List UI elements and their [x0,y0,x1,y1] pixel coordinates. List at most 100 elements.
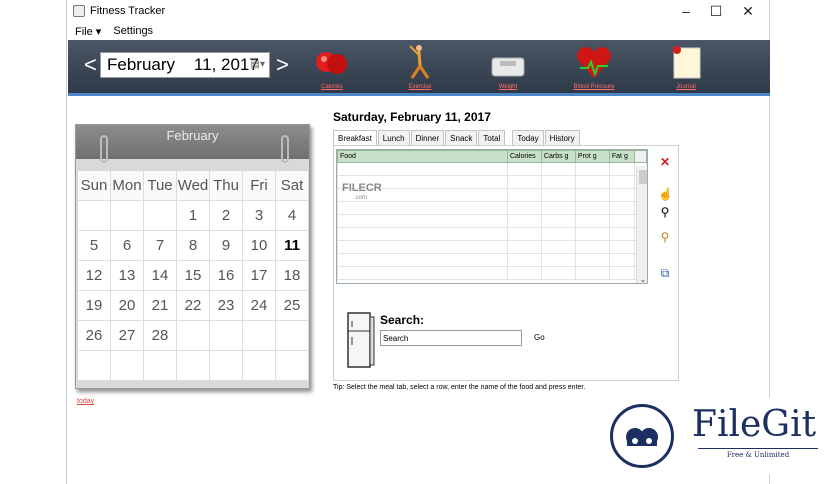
calendar-day[interactable]: 17 [243,261,276,291]
table-cell[interactable] [608,162,635,176]
table-cell[interactable] [337,227,508,241]
table-cell[interactable] [337,201,508,215]
table-row[interactable] [337,253,647,267]
table-row[interactable] [337,266,647,280]
column-header[interactable]: Calories [506,150,542,163]
table-cell[interactable] [506,175,542,189]
pin-icon[interactable]: ⚲ [658,205,672,219]
table-cell[interactable] [506,188,542,202]
calendar-day[interactable]: 11 [276,231,309,261]
menu-file[interactable]: File ▾ [75,25,101,38]
table-cell[interactable] [540,253,576,267]
calendar-day[interactable]: 28 [144,321,177,351]
table-cell[interactable] [540,162,576,176]
table-cell[interactable] [608,266,635,280]
table-cell[interactable] [608,175,635,189]
table-cell[interactable] [574,266,610,280]
calendar-day[interactable]: 10 [243,231,276,261]
table-row[interactable] [337,227,647,241]
calendar-day[interactable]: 25 [276,291,309,321]
tab-total[interactable]: Total [478,130,506,146]
table-cell[interactable] [540,266,576,280]
date-picker[interactable]: February 11, 2017 ▤▾ [100,52,270,78]
delete-icon[interactable]: ✕ [658,155,672,169]
table-cell[interactable] [540,188,576,202]
search-input[interactable] [380,330,522,346]
table-row[interactable] [337,175,647,189]
close-button[interactable]: ✕ [733,0,763,22]
table-cell[interactable] [574,240,610,254]
calendar-day[interactable]: 21 [144,291,177,321]
calendar-day[interactable]: 13 [111,261,144,291]
copy-icon[interactable]: ⧉ [658,266,672,281]
calendar-day[interactable]: 3 [243,201,276,231]
calendar-day[interactable]: 14 [144,261,177,291]
table-cell[interactable] [337,253,508,267]
calendar-day[interactable]: 6 [111,231,144,261]
calendar-day[interactable]: 16 [210,261,243,291]
tab-history[interactable]: History [544,130,580,146]
table-cell[interactable] [337,214,508,228]
table-row[interactable] [337,240,647,254]
maximize-button[interactable]: ☐ [701,0,731,22]
calendar-day[interactable]: 5 [78,231,111,261]
calendar-day[interactable]: 24 [243,291,276,321]
table-cell[interactable] [608,240,635,254]
calendar-day[interactable]: 4 [276,201,309,231]
calendar-day[interactable]: 7 [144,231,177,261]
column-header[interactable]: Carbs g [540,150,576,163]
table-row[interactable] [337,162,647,176]
magnifier-icon[interactable]: ⚲ [658,230,672,244]
weight-button[interactable]: Weight [478,42,538,92]
table-cell[interactable] [574,201,610,215]
table-cell[interactable] [506,162,542,176]
table-cell[interactable] [540,240,576,254]
table-cell[interactable] [506,266,542,280]
table-cell[interactable] [608,188,635,202]
calendar-dropdown-icon[interactable]: ▤▾ [251,59,265,70]
table-cell[interactable] [540,175,576,189]
table-cell[interactable] [540,227,576,241]
scroll-down-icon[interactable]: ⌄ [637,275,647,283]
column-header[interactable]: Prot g [574,150,610,163]
table-cell[interactable] [574,227,610,241]
table-cell[interactable] [574,188,610,202]
today-link[interactable]: today [77,398,94,405]
calendar-day[interactable]: 12 [78,261,111,291]
tab-today[interactable]: Today [512,130,544,146]
table-cell[interactable] [574,214,610,228]
table-cell[interactable] [506,214,542,228]
blood-pressure-button[interactable]: Blood Pressure [564,42,624,92]
calendar-day[interactable]: 19 [78,291,111,321]
table-cell[interactable] [540,214,576,228]
table-cell[interactable] [608,201,635,215]
calendar-day[interactable]: 8 [177,231,210,261]
table-cell[interactable] [574,253,610,267]
menu-settings[interactable]: Settings [113,25,153,37]
go-button[interactable]: Go [534,333,545,342]
table-row[interactable] [337,201,647,215]
calendar-day[interactable]: 2 [210,201,243,231]
tab-dinner[interactable]: Dinner [410,130,445,146]
column-header[interactable]: Food [337,150,508,163]
exercise-button[interactable]: Exercise [390,42,450,92]
calendar-day[interactable]: 18 [276,261,309,291]
calendar-day[interactable]: 27 [111,321,144,351]
food-grid[interactable]: Food Calories Carbs g Prot g Fat g ⌄ [336,149,648,284]
calendar-day[interactable]: 26 [78,321,111,351]
tab-snack[interactable]: Snack [445,130,478,146]
scrollbar-thumb[interactable] [639,170,647,184]
table-cell[interactable] [608,227,635,241]
table-cell[interactable] [506,201,542,215]
table-cell[interactable] [574,175,610,189]
table-cell[interactable] [608,253,635,267]
table-row[interactable] [337,188,647,202]
calendar-day[interactable]: 23 [210,291,243,321]
calendar-day[interactable]: 22 [177,291,210,321]
next-date-button[interactable]: > [276,54,289,76]
hand-icon[interactable]: ☝ [658,187,673,201]
minimize-button[interactable]: – [671,0,701,22]
table-cell[interactable] [337,240,508,254]
table-cell[interactable] [574,162,610,176]
table-row[interactable] [337,214,647,228]
